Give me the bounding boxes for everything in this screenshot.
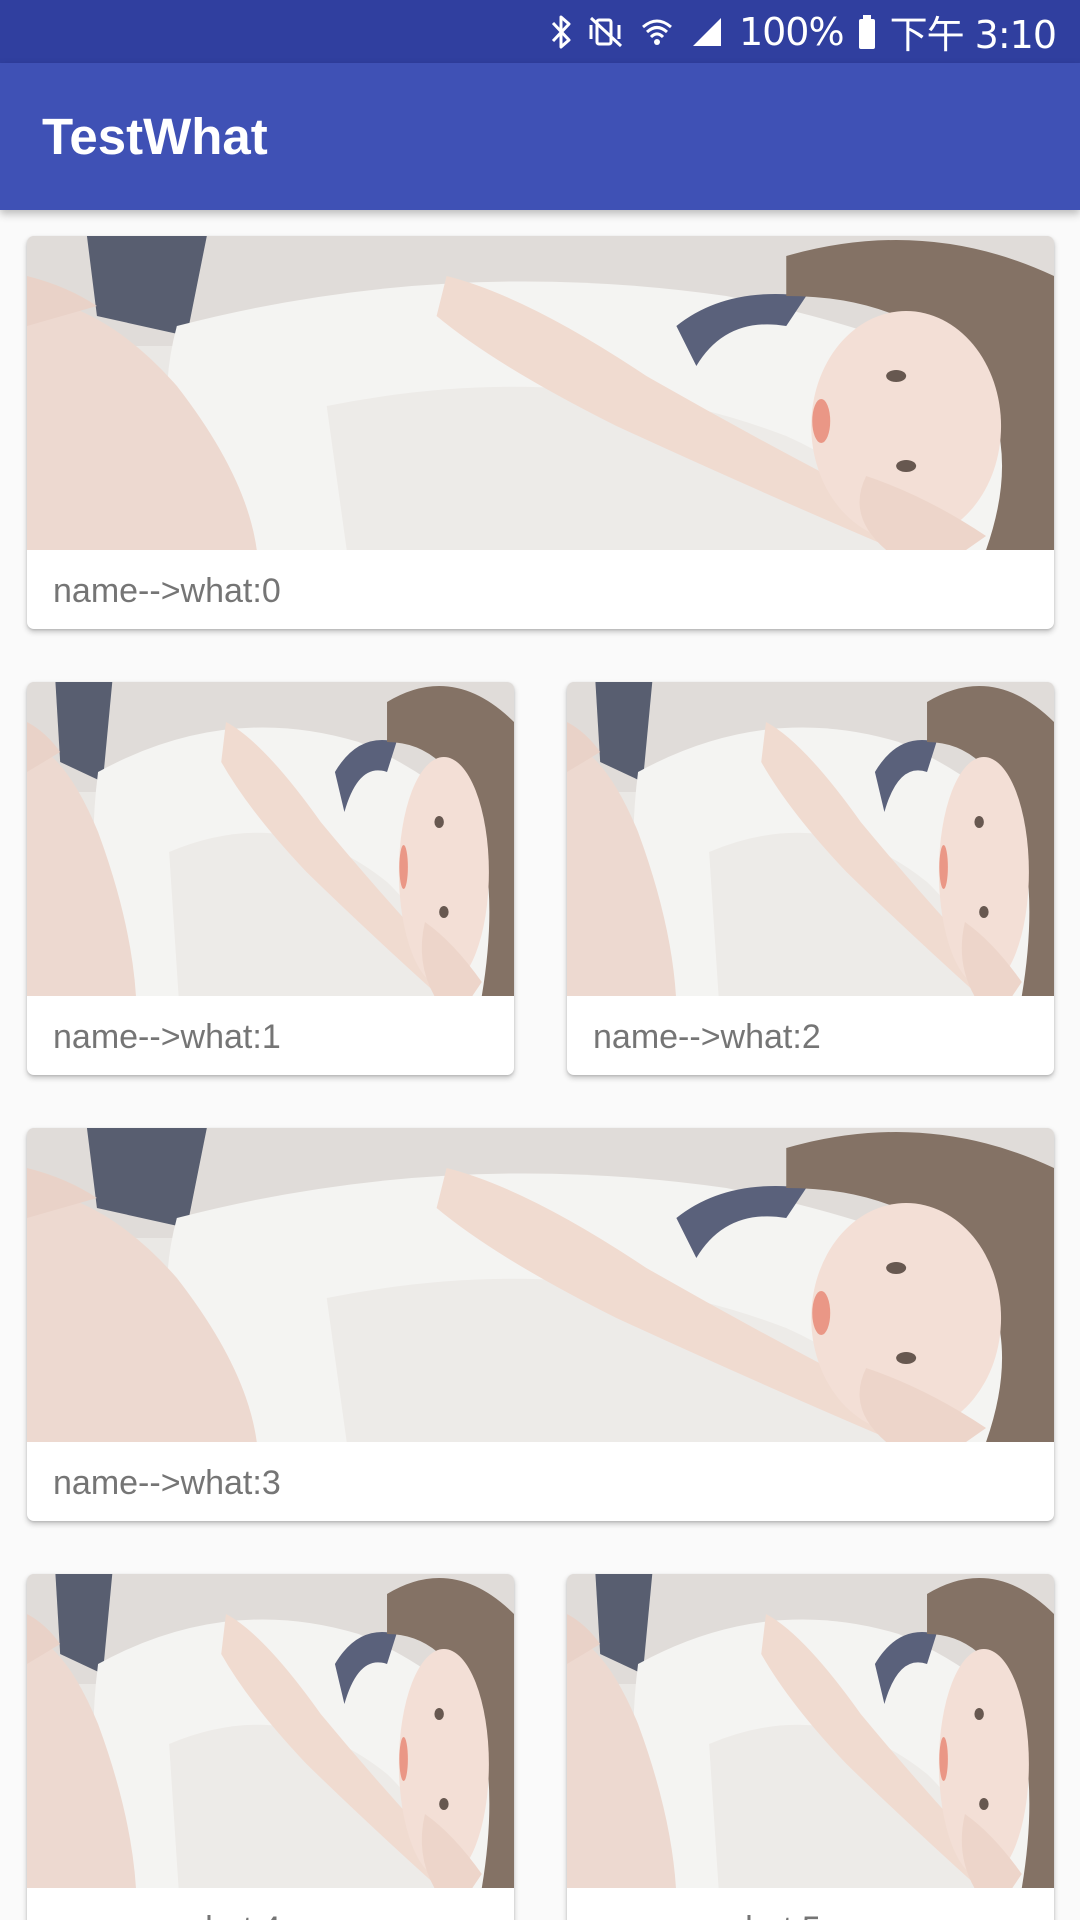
vibrate-mute-icon (587, 14, 625, 50)
bluetooth-icon (549, 14, 573, 50)
status-icons: 100% 下午 3:10 (549, 0, 1057, 63)
card-item[interactable]: name-->what:4 (27, 1574, 514, 1920)
app-bar: TestWhat (0, 63, 1080, 210)
battery-icon (858, 14, 876, 49)
card-image (27, 1574, 514, 1888)
card-image (27, 236, 1054, 550)
card-label: name-->what:4 (53, 1888, 281, 1920)
wifi-icon (639, 14, 675, 50)
card-label: name-->what:2 (593, 1018, 821, 1056)
card-image (27, 682, 514, 996)
card-image (567, 1574, 1054, 1888)
card-image (567, 682, 1054, 996)
card-item[interactable]: name-->what:3 (27, 1128, 1054, 1521)
status-bar: 100% 下午 3:10 (0, 0, 1080, 63)
signal-icon (689, 14, 725, 50)
card-item[interactable]: name-->what:5 (567, 1574, 1054, 1920)
card-item[interactable]: name-->what:0 (27, 236, 1054, 629)
clock: 下午 3:10 (889, 13, 1057, 57)
card-label: name-->what:1 (53, 1018, 281, 1056)
card-label: name-->what:5 (593, 1888, 821, 1920)
battery-percent: 100% (738, 9, 845, 54)
card-item[interactable]: name-->what:1 (27, 682, 514, 1075)
card-grid[interactable]: name-->what:0 name-->what:1 name-->what:… (0, 210, 1080, 1920)
card-label: name-->what:0 (53, 572, 281, 610)
card-image (27, 1128, 1054, 1442)
card-label: name-->what:3 (53, 1464, 281, 1502)
app-title: TestWhat (42, 108, 268, 165)
card-item[interactable]: name-->what:2 (567, 682, 1054, 1075)
